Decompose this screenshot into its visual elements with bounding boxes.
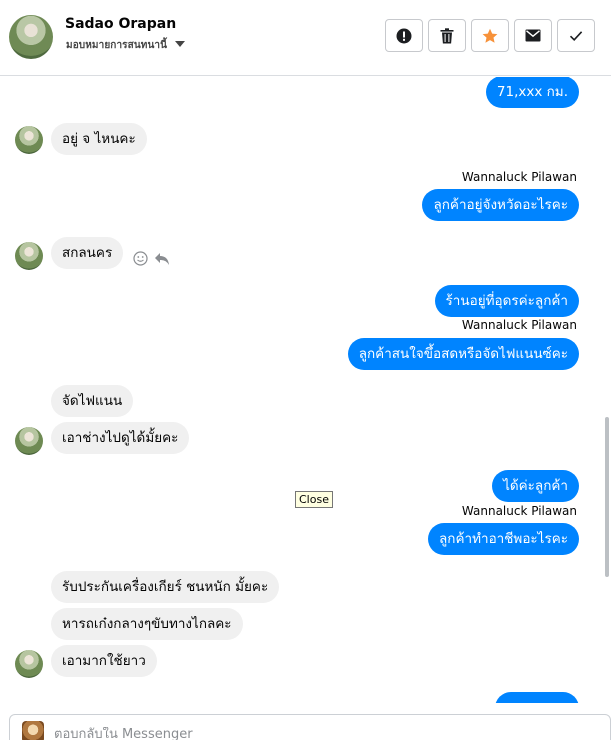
delete-button[interactable] [428, 19, 466, 52]
chevron-down-icon[interactable] [175, 41, 185, 47]
sender-name: Wannaluck Pilawan [461, 504, 577, 518]
contact-avatar[interactable] [9, 15, 53, 59]
trash-icon [440, 27, 454, 43]
outgoing-message[interactable]: 71,xxx กม. [485, 77, 579, 108]
mark-done-button[interactable] [557, 19, 595, 52]
envelope-icon [525, 29, 541, 42]
message-thread[interactable]: 71,xxx กม. อยู่ จ ไหนคะ Wannaluck Pilawa… [0, 77, 611, 703]
reply-arrow-icon[interactable] [154, 252, 170, 266]
incoming-message[interactable]: สกลนคร [51, 237, 124, 269]
outgoing-message[interactable]: ได้ค่ะลูกค้า [492, 470, 579, 502]
exclamation-circle-icon [396, 28, 412, 43]
outgoing-message-partial[interactable] [495, 692, 579, 703]
incoming-message[interactable]: หารถเก๋งกลางๆขับทางไกลคะ [51, 608, 243, 640]
assign-conversation-label[interactable]: มอบหมายการสนทนานี้ [66, 38, 167, 53]
incoming-message[interactable]: เอาช่างไปดูได้มั้ยคะ [51, 422, 190, 454]
contact-name[interactable]: Sadao Orapan [65, 16, 176, 32]
outgoing-message[interactable]: ลูกค้าอยู่จังหวัดอะไรคะ [422, 189, 579, 221]
star-button[interactable] [471, 19, 509, 52]
smiley-reaction-icon[interactable] [133, 251, 148, 266]
incoming-message[interactable]: เอามากใช้ยาว [51, 645, 157, 677]
sender-name: Wannaluck Pilawan [461, 170, 577, 184]
star-icon [482, 28, 498, 43]
contact-avatar-small [15, 650, 43, 678]
reply-input[interactable] [54, 727, 594, 740]
checkmark-icon [569, 30, 583, 41]
mark-important-button[interactable] [385, 19, 423, 52]
incoming-message[interactable]: รับประกันเครื่องเกียร์ ชนหนัก มั้ยคะ [51, 571, 280, 603]
outgoing-message[interactable]: ลูกค้าสนใจขึ้อสดหรือจัดไฟแนนซ์คะ [347, 338, 579, 370]
outgoing-message[interactable]: ร้านอยู่ที่อุดรค่ะลูกค้า [434, 285, 579, 317]
email-button[interactable] [514, 19, 552, 52]
close-tooltip: Close [295, 491, 333, 508]
page-avatar [22, 721, 44, 740]
contact-avatar-small [15, 126, 43, 154]
scrollbar[interactable] [605, 417, 609, 577]
conversation-header: Sadao Orapan มอบหมายการสนทนานี้ [0, 0, 611, 76]
contact-avatar-small [15, 242, 43, 270]
contact-avatar-small [15, 427, 43, 455]
incoming-message[interactable]: จัดไฟแนน [51, 385, 134, 417]
sender-name: Wannaluck Pilawan [461, 318, 577, 332]
message-composer[interactable] [9, 714, 611, 740]
outgoing-message[interactable]: ลูกค้าทำอาชีพอะไรคะ [428, 523, 579, 555]
incoming-message[interactable]: อยู่ จ ไหนคะ [51, 123, 147, 155]
